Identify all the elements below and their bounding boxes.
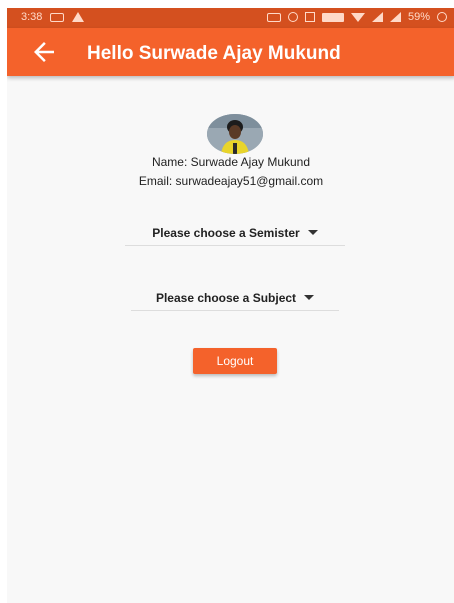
profile-email: Email: surwadeajay51@gmail.com (138, 174, 324, 188)
profile-name: Name: Surwade Ajay Mukund (151, 155, 311, 169)
page-title: Hello Surwade Ajay Mukund (87, 43, 341, 64)
profile-photo (207, 114, 263, 154)
signal-icon (371, 12, 383, 22)
wifi-icon (350, 12, 365, 22)
status-bar-left: 3:38 (21, 11, 85, 23)
data-speed-icon (266, 12, 281, 22)
network-badge-icon (321, 12, 344, 22)
sync-icon (287, 12, 298, 22)
battery-percent: 59% (407, 11, 430, 23)
status-bar: 3:38 59% (7, 8, 454, 28)
semester-dropdown-value: Please choose a Semister (152, 225, 300, 240)
semester-dropdown[interactable]: Please choose a Semister (125, 220, 345, 246)
arrow-left-icon[interactable] (29, 37, 59, 67)
subject-dropdown-value: Please choose a Subject (155, 290, 297, 305)
subject-dropdown[interactable]: Please choose a Subject (131, 285, 339, 311)
signal-icon-2 (389, 12, 401, 22)
caret-down-icon (304, 295, 315, 300)
status-bar-right: 59% (266, 11, 447, 23)
app-screen: 3:38 59% Hello Surwade Ajay Mukund Name:… (7, 8, 454, 603)
gallery-notification-icon (50, 12, 65, 22)
caret-down-icon (307, 230, 318, 235)
app-bar: Hello Surwade Ajay Mukund (7, 28, 454, 76)
logout-button[interactable]: Logout (193, 348, 277, 374)
battery-icon (437, 12, 447, 22)
warning-notification-icon (72, 12, 85, 22)
avatar (207, 114, 263, 154)
status-time: 3:38 (21, 11, 43, 23)
vibrate-icon (304, 12, 315, 22)
